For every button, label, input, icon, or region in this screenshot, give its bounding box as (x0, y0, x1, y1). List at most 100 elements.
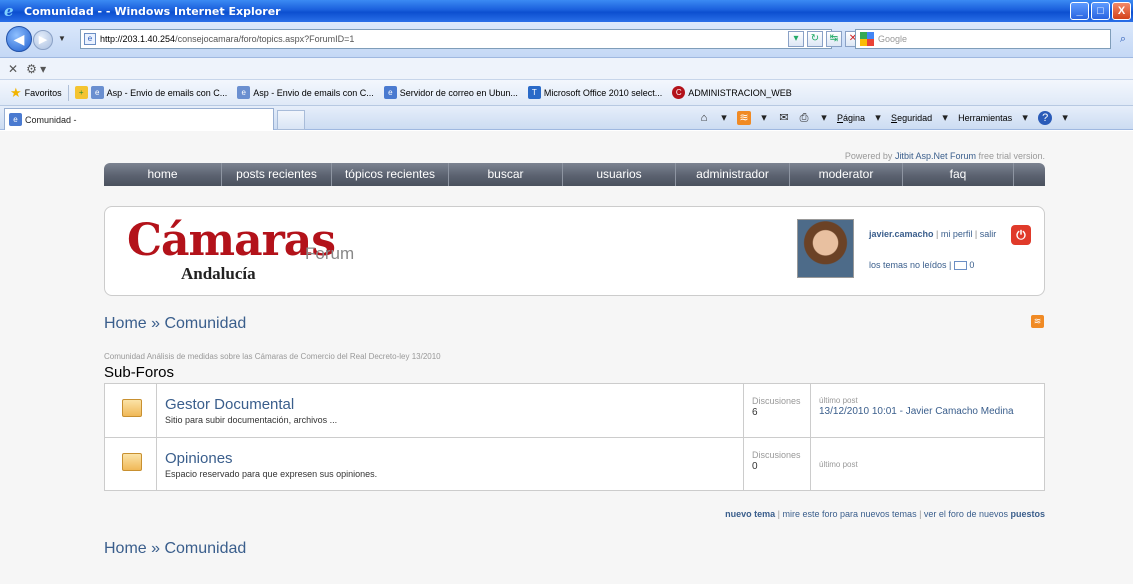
history-dropdown-icon[interactable]: ▼ (58, 34, 66, 43)
favorite-icon: e (90, 86, 104, 99)
favorite-label: Servidor de correo en Ubun... (399, 87, 518, 98)
page-viewport: Powered by Jitbit Asp.Net Forum free tri… (0, 131, 1133, 584)
new-posts-bold: puestos (1010, 509, 1045, 519)
favorite-item[interactable]: C ADMINISTRACION_WEB (672, 86, 792, 99)
minimize-button[interactable]: _ (1070, 2, 1089, 20)
nav-faq[interactable]: faq (903, 163, 1014, 186)
jitbit-link[interactable]: Jitbit Asp.Net Forum (895, 151, 976, 161)
folder-icon (122, 453, 142, 471)
favorite-item[interactable]: e Servidor de correo en Ubun... (383, 86, 518, 99)
dropdown-icon[interactable]: ▾ (817, 111, 831, 125)
compat-view-icon[interactable]: ▾ (788, 31, 804, 47)
search-icon[interactable]: ⌕ (1113, 30, 1133, 48)
favorite-item[interactable]: e Asp - Envio de emails con C... (237, 86, 374, 99)
camaras-icon: C (672, 86, 686, 99)
dropdown-icon: ▾ (1062, 112, 1068, 124)
separator: | (972, 229, 980, 239)
help-icon[interactable]: ? (1038, 111, 1053, 125)
nav-administrador[interactable]: administrador (676, 163, 790, 186)
close-toolbar-icon[interactable]: ✕ (8, 62, 18, 76)
ie-page-icon: e (383, 86, 397, 99)
powered-by: Powered by Jitbit Asp.Net Forum free tri… (845, 151, 1045, 161)
favorites-star-icon[interactable]: ★ (10, 85, 22, 101)
separator: | (933, 229, 941, 239)
avatar[interactable] (797, 219, 854, 278)
logout-link[interactable]: salir (980, 229, 997, 239)
messages-count[interactable]: 0 (969, 260, 974, 270)
print-icon[interactable]: ⎙ (797, 111, 811, 125)
profile-link[interactable]: mi perfil (941, 229, 973, 239)
favorite-icon: e (237, 86, 251, 99)
last-post-label: último post (819, 396, 858, 405)
nav-posts-recientes[interactable]: posts recientes (222, 163, 332, 186)
rss-icon[interactable]: ≋ (1031, 315, 1044, 328)
breadcrumb[interactable]: Home » Comunidad (104, 315, 246, 333)
favorites-separator (67, 84, 69, 101)
tab-bar: e Comunidad - ⌂ ▾ ≋ ▾ ✉ ⎙ ▾ Página ▾ Seg… (0, 106, 1133, 130)
close-button[interactable]: X (1112, 2, 1131, 20)
nav-topicos-recientes[interactable]: tópicos recientes (332, 163, 449, 186)
last-post-label: último post (819, 460, 858, 469)
favorite-label: Microsoft Office 2010 select... (543, 87, 663, 98)
favorite-item[interactable]: T Microsoft Office 2010 select... (527, 86, 663, 99)
watch-forum-link[interactable]: mire este foro para nuevos temas (783, 509, 917, 519)
nav-moderator[interactable]: moderator (790, 163, 903, 186)
favorite-item[interactable]: e Asp - Envio de emails con C... (90, 86, 227, 99)
maximize-button[interactable]: □ (1091, 2, 1110, 20)
dropdown-icon[interactable]: ▾ (757, 111, 771, 125)
url-tools: ▾ ↻ ↹ ✕ (788, 31, 861, 47)
forum-desc: Espacio reservado para que expresen sus … (165, 469, 378, 479)
last-post-link[interactable]: 13/12/2010 10:01 - Javier Camacho Medina (819, 406, 1014, 417)
favorites-bar: ★ Favoritos + e Asp - Envio de emails co… (0, 80, 1133, 106)
favorite-label: ADMINISTRACION_WEB (688, 87, 792, 98)
forum-name-link[interactable]: Opiniones (165, 450, 233, 467)
nav-usuarios[interactable]: usuarios (563, 163, 676, 186)
menu-herramientas[interactable]: Herramientas (958, 113, 1012, 123)
window-controls: _ □ X (1070, 2, 1131, 20)
unread-topics-link[interactable]: los temas no leídos (869, 260, 947, 270)
discussions-label: Discusiones (752, 450, 801, 460)
favorites-label[interactable]: Favoritos (25, 88, 62, 98)
command-row: ✕ ⚙ ▾ (0, 58, 1133, 80)
nav-home[interactable]: home (104, 163, 222, 186)
address-bar: ◀ ▶ ▼ e http://203.1.40.254/consejocamar… (0, 22, 1133, 58)
forward-button[interactable]: ▶ (33, 30, 53, 50)
folder-cell (105, 438, 157, 491)
unread-topics: los temas no leídos | 0 (869, 260, 974, 271)
dropdown-icon[interactable]: ▾ (717, 111, 731, 125)
url-host: http://203.1.40.254 (100, 34, 176, 44)
feeds-icon[interactable]: ≋ (737, 111, 751, 125)
google-icon (860, 32, 874, 46)
menu-seguridad[interactable]: Seguridad (891, 113, 932, 123)
url-input[interactable]: e http://203.1.40.254/consejocamara/foro… (80, 29, 832, 49)
site-logo-sub: Andalucía (181, 264, 256, 283)
new-topic-link[interactable]: nuevo tema (725, 509, 775, 519)
new-tab-button[interactable] (277, 110, 305, 130)
nav-buscar[interactable]: buscar (449, 163, 563, 186)
forum-row: Gestor Documental Sitio para subir docum… (105, 384, 1044, 437)
username-link[interactable]: javier.camacho (869, 229, 934, 239)
command-bar: ⌂ ▾ ≋ ▾ ✉ ⎙ ▾ Página ▾ Seguridad ▾ Herra… (697, 111, 1072, 125)
mail-icon[interactable]: ✉ (777, 111, 791, 125)
go-icon[interactable]: ↹ (826, 31, 842, 47)
dropdown-icon: ▾ (1022, 112, 1028, 124)
menu-pagina[interactable]: Página (837, 113, 865, 123)
add-favorite-icon[interactable]: + (74, 86, 88, 99)
forum-desc: Sitio para subir documentación, archivos… (165, 415, 338, 425)
page-icon: e (84, 33, 96, 45)
power-icon[interactable]: ⏻ (1011, 225, 1031, 245)
forum-name-link[interactable]: Gestor Documental (165, 396, 294, 413)
addon-icon[interactable]: ⚙ ▾ (26, 62, 46, 76)
breadcrumb-bottom[interactable]: Home » Comunidad (104, 540, 246, 558)
subforums-heading: Sub-Foros (104, 364, 175, 381)
new-posts-link[interactable]: ver el foro de nuevos puestos (924, 509, 1045, 519)
site-logo[interactable]: Cámaras (127, 215, 336, 266)
home-icon[interactable]: ⌂ (697, 111, 711, 125)
messages-icon[interactable] (953, 261, 967, 271)
search-input[interactable]: Google (855, 29, 1111, 49)
refresh-icon[interactable]: ↻ (807, 31, 823, 47)
back-button[interactable]: ◀ (6, 26, 32, 52)
tab-comunidad[interactable]: e Comunidad - (4, 108, 274, 130)
search-placeholder: Google (878, 34, 908, 44)
subforums-table: Gestor Documental Sitio para subir docum… (104, 383, 1045, 491)
